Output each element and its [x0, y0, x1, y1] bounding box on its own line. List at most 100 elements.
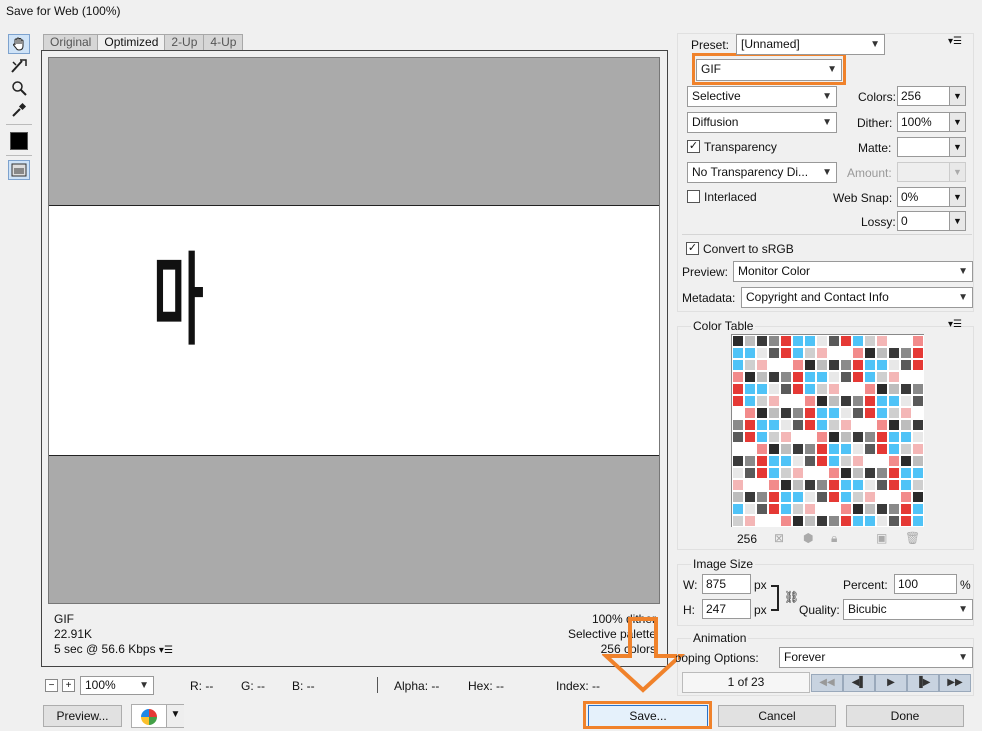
color-swatch[interactable]	[900, 347, 912, 359]
color-swatch[interactable]	[780, 383, 792, 395]
color-swatch[interactable]	[780, 371, 792, 383]
color-swatch[interactable]	[732, 395, 744, 407]
color-swatch[interactable]	[852, 407, 864, 419]
websnap-dropdown[interactable]: ▼	[949, 187, 966, 207]
color-swatch[interactable]	[888, 503, 900, 515]
color-swatch[interactable]	[792, 455, 804, 467]
color-swatch[interactable]	[744, 503, 756, 515]
color-swatch[interactable]	[912, 491, 924, 503]
color-swatch[interactable]	[864, 335, 876, 347]
color-swatch[interactable]	[756, 491, 768, 503]
color-swatch[interactable]	[744, 455, 756, 467]
color-swatch[interactable]	[888, 479, 900, 491]
color-swatch[interactable]	[816, 491, 828, 503]
color-swatch[interactable]	[768, 443, 780, 455]
color-swatch[interactable]	[888, 371, 900, 383]
color-swatch[interactable]	[768, 335, 780, 347]
color-swatch[interactable]	[900, 395, 912, 407]
color-swatch[interactable]	[864, 503, 876, 515]
color-swatch[interactable]	[792, 503, 804, 515]
color-swatch[interactable]	[900, 479, 912, 491]
color-swatch[interactable]	[792, 407, 804, 419]
color-swatch[interactable]	[804, 383, 816, 395]
color-swatch[interactable]	[828, 443, 840, 455]
color-swatch[interactable]	[804, 443, 816, 455]
tab-4up[interactable]: 4-Up	[203, 34, 244, 50]
color-swatch[interactable]	[828, 347, 840, 359]
color-swatch[interactable]	[780, 407, 792, 419]
color-swatch-icon[interactable]	[8, 130, 30, 152]
color-swatch[interactable]	[816, 383, 828, 395]
color-swatch[interactable]	[732, 407, 744, 419]
color-swatch[interactable]	[876, 443, 888, 455]
first-frame-button[interactable]: ◀◀	[811, 674, 843, 692]
color-swatch[interactable]	[840, 347, 852, 359]
color-swatch[interactable]	[816, 407, 828, 419]
color-swatch[interactable]	[816, 455, 828, 467]
color-swatch[interactable]	[780, 503, 792, 515]
color-swatch[interactable]	[792, 479, 804, 491]
color-swatch[interactable]	[888, 455, 900, 467]
color-swatch[interactable]	[744, 383, 756, 395]
color-swatch[interactable]	[744, 371, 756, 383]
color-swatch[interactable]	[804, 419, 816, 431]
dither-algorithm-select[interactable]: Diffusion ▼	[687, 112, 837, 133]
preview-mode-select[interactable]: Monitor Color ▼	[733, 261, 973, 282]
color-reduction-select[interactable]: Selective ▼	[687, 86, 837, 107]
color-swatch[interactable]	[912, 467, 924, 479]
color-swatch[interactable]	[852, 503, 864, 515]
color-swatch[interactable]	[912, 443, 924, 455]
color-swatch[interactable]	[888, 395, 900, 407]
color-swatch[interactable]	[888, 419, 900, 431]
color-swatch[interactable]	[828, 515, 840, 527]
color-swatch[interactable]	[912, 455, 924, 467]
color-swatch[interactable]	[876, 359, 888, 371]
color-swatch[interactable]	[780, 335, 792, 347]
color-swatch[interactable]	[744, 479, 756, 491]
color-swatch[interactable]	[804, 455, 816, 467]
color-swatch[interactable]	[744, 347, 756, 359]
color-swatch[interactable]	[852, 479, 864, 491]
color-swatch[interactable]	[876, 395, 888, 407]
color-swatch[interactable]	[828, 407, 840, 419]
color-swatch[interactable]	[864, 467, 876, 479]
color-swatch[interactable]	[732, 419, 744, 431]
color-swatch[interactable]	[780, 443, 792, 455]
color-swatch[interactable]	[900, 335, 912, 347]
color-swatch[interactable]	[912, 503, 924, 515]
color-swatch[interactable]	[828, 503, 840, 515]
color-swatch[interactable]	[792, 431, 804, 443]
color-swatch[interactable]	[780, 419, 792, 431]
color-swatch[interactable]	[840, 395, 852, 407]
color-swatch[interactable]	[744, 515, 756, 527]
color-swatch[interactable]	[852, 383, 864, 395]
color-swatch[interactable]	[816, 395, 828, 407]
metadata-select[interactable]: Copyright and Contact Info ▼	[741, 287, 973, 308]
color-swatch[interactable]	[756, 455, 768, 467]
color-swatch[interactable]	[876, 335, 888, 347]
color-swatch[interactable]	[912, 407, 924, 419]
color-swatch[interactable]	[888, 359, 900, 371]
color-swatch[interactable]	[768, 419, 780, 431]
color-swatch[interactable]	[744, 335, 756, 347]
color-swatch[interactable]	[732, 491, 744, 503]
color-swatch[interactable]	[792, 515, 804, 527]
color-swatch[interactable]	[792, 443, 804, 455]
color-swatch[interactable]	[900, 419, 912, 431]
color-swatch[interactable]	[912, 335, 924, 347]
color-swatch[interactable]	[828, 419, 840, 431]
color-swatch[interactable]	[756, 395, 768, 407]
color-swatch[interactable]	[816, 503, 828, 515]
color-swatch[interactable]	[732, 431, 744, 443]
color-swatch[interactable]	[864, 491, 876, 503]
color-swatch[interactable]	[840, 455, 852, 467]
color-swatch[interactable]	[732, 383, 744, 395]
color-swatch[interactable]	[828, 359, 840, 371]
color-swatch[interactable]	[888, 407, 900, 419]
color-swatch[interactable]	[912, 359, 924, 371]
web-shift-icon[interactable]: ⊠	[774, 531, 784, 545]
color-swatch[interactable]	[840, 419, 852, 431]
color-swatch[interactable]	[852, 491, 864, 503]
color-swatch[interactable]	[888, 467, 900, 479]
color-swatch[interactable]	[912, 383, 924, 395]
